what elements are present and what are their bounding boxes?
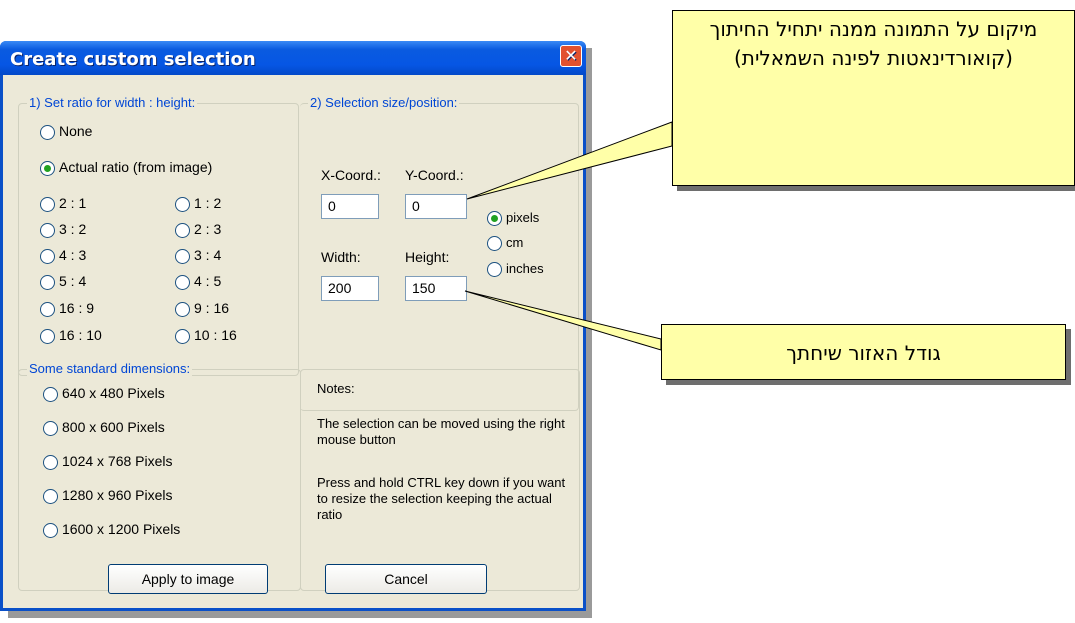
callout-size: גודל האזור שיחתך: [661, 324, 1066, 380]
callout-top-pointer: [466, 121, 673, 200]
callout-bottom-pointer: [464, 290, 662, 351]
callout-coordinates: מיקום על התמונה ממנה יתחיל החיתוך (קואור…: [672, 10, 1075, 186]
